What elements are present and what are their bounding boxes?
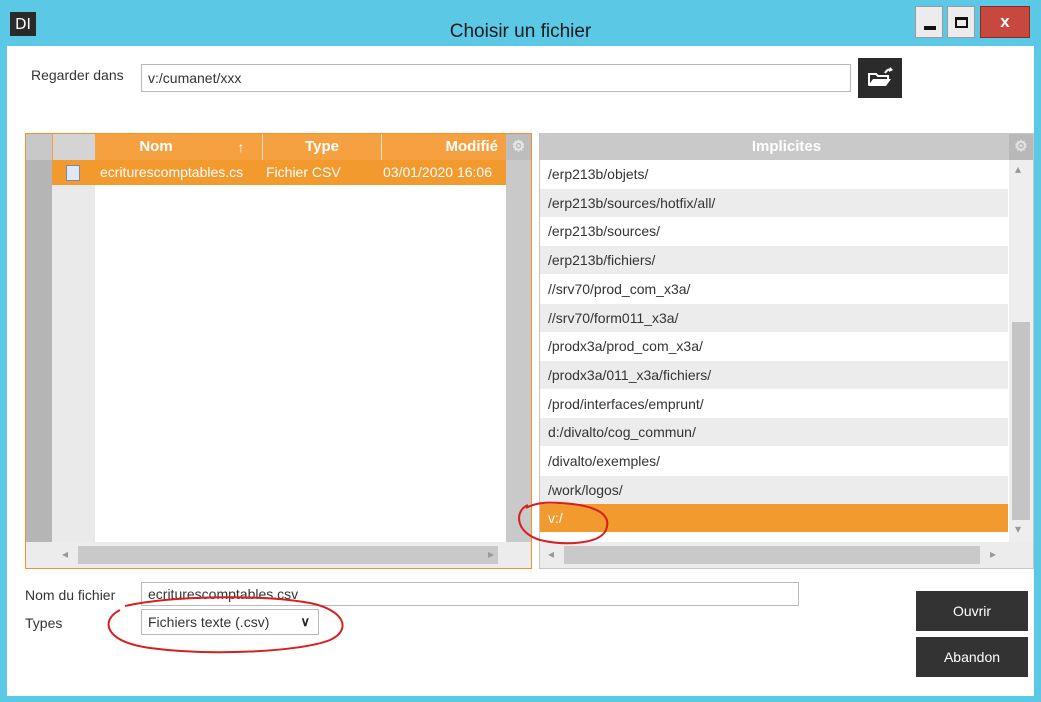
maximize-button[interactable] [947, 6, 975, 38]
minimize-button[interactable] [915, 6, 943, 38]
implicites-vertical-scrollbar[interactable]: ▴ ▾ [1009, 160, 1033, 544]
maximize-icon [955, 17, 968, 28]
icon-column-strip [52, 160, 95, 542]
scroll-left-icon[interactable]: ◂ [548, 547, 554, 561]
close-button[interactable]: x [980, 6, 1030, 38]
list-settings-gear-icon[interactable]: ⚙ [1009, 134, 1033, 160]
list-item[interactable]: /prodx3a/011_x3a/fichiers/ [540, 360, 1008, 389]
list-item[interactable]: d:/divalto/cog_commun/ [540, 418, 1008, 447]
filename-label: Nom du fichier [25, 587, 116, 603]
column-header-modified[interactable]: Modifié [382, 134, 506, 160]
grid-icon-column-header [53, 134, 95, 160]
sort-ascending-icon[interactable]: ↑ [231, 134, 251, 160]
list-item[interactable]: //srv70/prod_com_x3a/ [540, 275, 1008, 303]
implicites-header-label: Implicites [751, 138, 822, 155]
list-item[interactable]: /divalto/exemples/ [540, 447, 1008, 475]
scroll-up-icon[interactable]: ▴ [1015, 162, 1021, 176]
file-grid[interactable]: Nom ↑ Type Modifié ⚙ ecriturescomptables… [25, 133, 532, 569]
title-bar[interactable]: DI Choisir un fichier x [0, 0, 1041, 46]
implicites-list[interactable]: Implicites ⚙ /erp213b/objets//erp213b/so… [539, 133, 1034, 569]
folder-up-icon [868, 67, 893, 86]
file-grid-horizontal-scrollbar[interactable]: ◂ ▸ [26, 542, 531, 568]
list-item[interactable]: /prodx3a/prod_com_x3a/ [540, 332, 1008, 360]
column-header-type[interactable]: Type [263, 134, 381, 160]
file-icon [66, 165, 80, 181]
scroll-thumb[interactable] [1012, 322, 1030, 520]
folder-up-button[interactable] [858, 58, 902, 98]
list-item[interactable]: /prod/interfaces/emprunt/ [540, 390, 1008, 418]
table-row[interactable]: ecriturescomptables.cs Fichier CSV 03/01… [52, 160, 506, 185]
column-name-label: Nom [139, 138, 173, 155]
cancel-button[interactable]: Abandon [916, 637, 1028, 677]
list-item[interactable]: /erp213b/fichiers/ [540, 246, 1008, 275]
file-name-cell: ecriturescomptables.cs [100, 164, 244, 180]
file-grid-vertical-scrollbar[interactable] [506, 160, 531, 542]
minimize-icon [924, 26, 936, 30]
lookin-label: Regarder dans [31, 67, 124, 83]
list-item[interactable]: v:/ [540, 504, 1008, 533]
list-item[interactable]: /erp213b/sources/hotfix/all/ [540, 188, 1008, 217]
open-button[interactable]: Ouvrir [916, 591, 1028, 631]
list-item[interactable]: /work/logos/ [540, 475, 1008, 504]
file-grid-body: ecriturescomptables.cs Fichier CSV 03/01… [26, 160, 531, 542]
row-selector-strip [26, 160, 52, 542]
scroll-thumb[interactable] [564, 546, 980, 564]
file-modified-cell: 03/01/2020 16:06 [383, 164, 492, 180]
file-grid-header: Nom ↑ Type Modifié ⚙ [26, 134, 531, 160]
list-item[interactable]: //srv70/form011_x3a/ [540, 303, 1008, 332]
scroll-right-icon[interactable]: ▸ [488, 547, 494, 561]
implicites-horizontal-scrollbar[interactable]: ◂ ▸ [540, 542, 1033, 568]
filename-field[interactable]: ecriturescomptables.csv [141, 582, 799, 606]
types-select-value: Fichiers texte (.csv) [148, 614, 270, 630]
scroll-left-icon[interactable]: ◂ [62, 547, 68, 561]
list-item[interactable]: /erp213b/sources/ [540, 217, 1008, 245]
file-type-cell: Fichier CSV [266, 164, 341, 180]
chevron-down-icon: ∨ [300, 614, 310, 629]
scroll-down-icon[interactable]: ▾ [1015, 522, 1021, 536]
column-settings-gear-icon[interactable]: ⚙ [506, 134, 531, 160]
column-header-name[interactable]: Nom [96, 134, 216, 160]
types-select[interactable]: Fichiers texte (.csv) ∨ [141, 609, 319, 635]
scroll-thumb[interactable] [78, 546, 498, 564]
list-item[interactable]: /erp213b/objets/ [540, 160, 1008, 188]
lookin-field[interactable]: v:/cumanet/xxx [141, 64, 851, 92]
implicites-header: Implicites ⚙ [540, 134, 1033, 160]
grid-corner [26, 134, 52, 160]
close-icon: x [1000, 12, 1010, 31]
window-title: Choisir un fichier [449, 21, 592, 42]
scroll-right-icon[interactable]: ▸ [990, 547, 996, 561]
types-label: Types [25, 615, 63, 631]
